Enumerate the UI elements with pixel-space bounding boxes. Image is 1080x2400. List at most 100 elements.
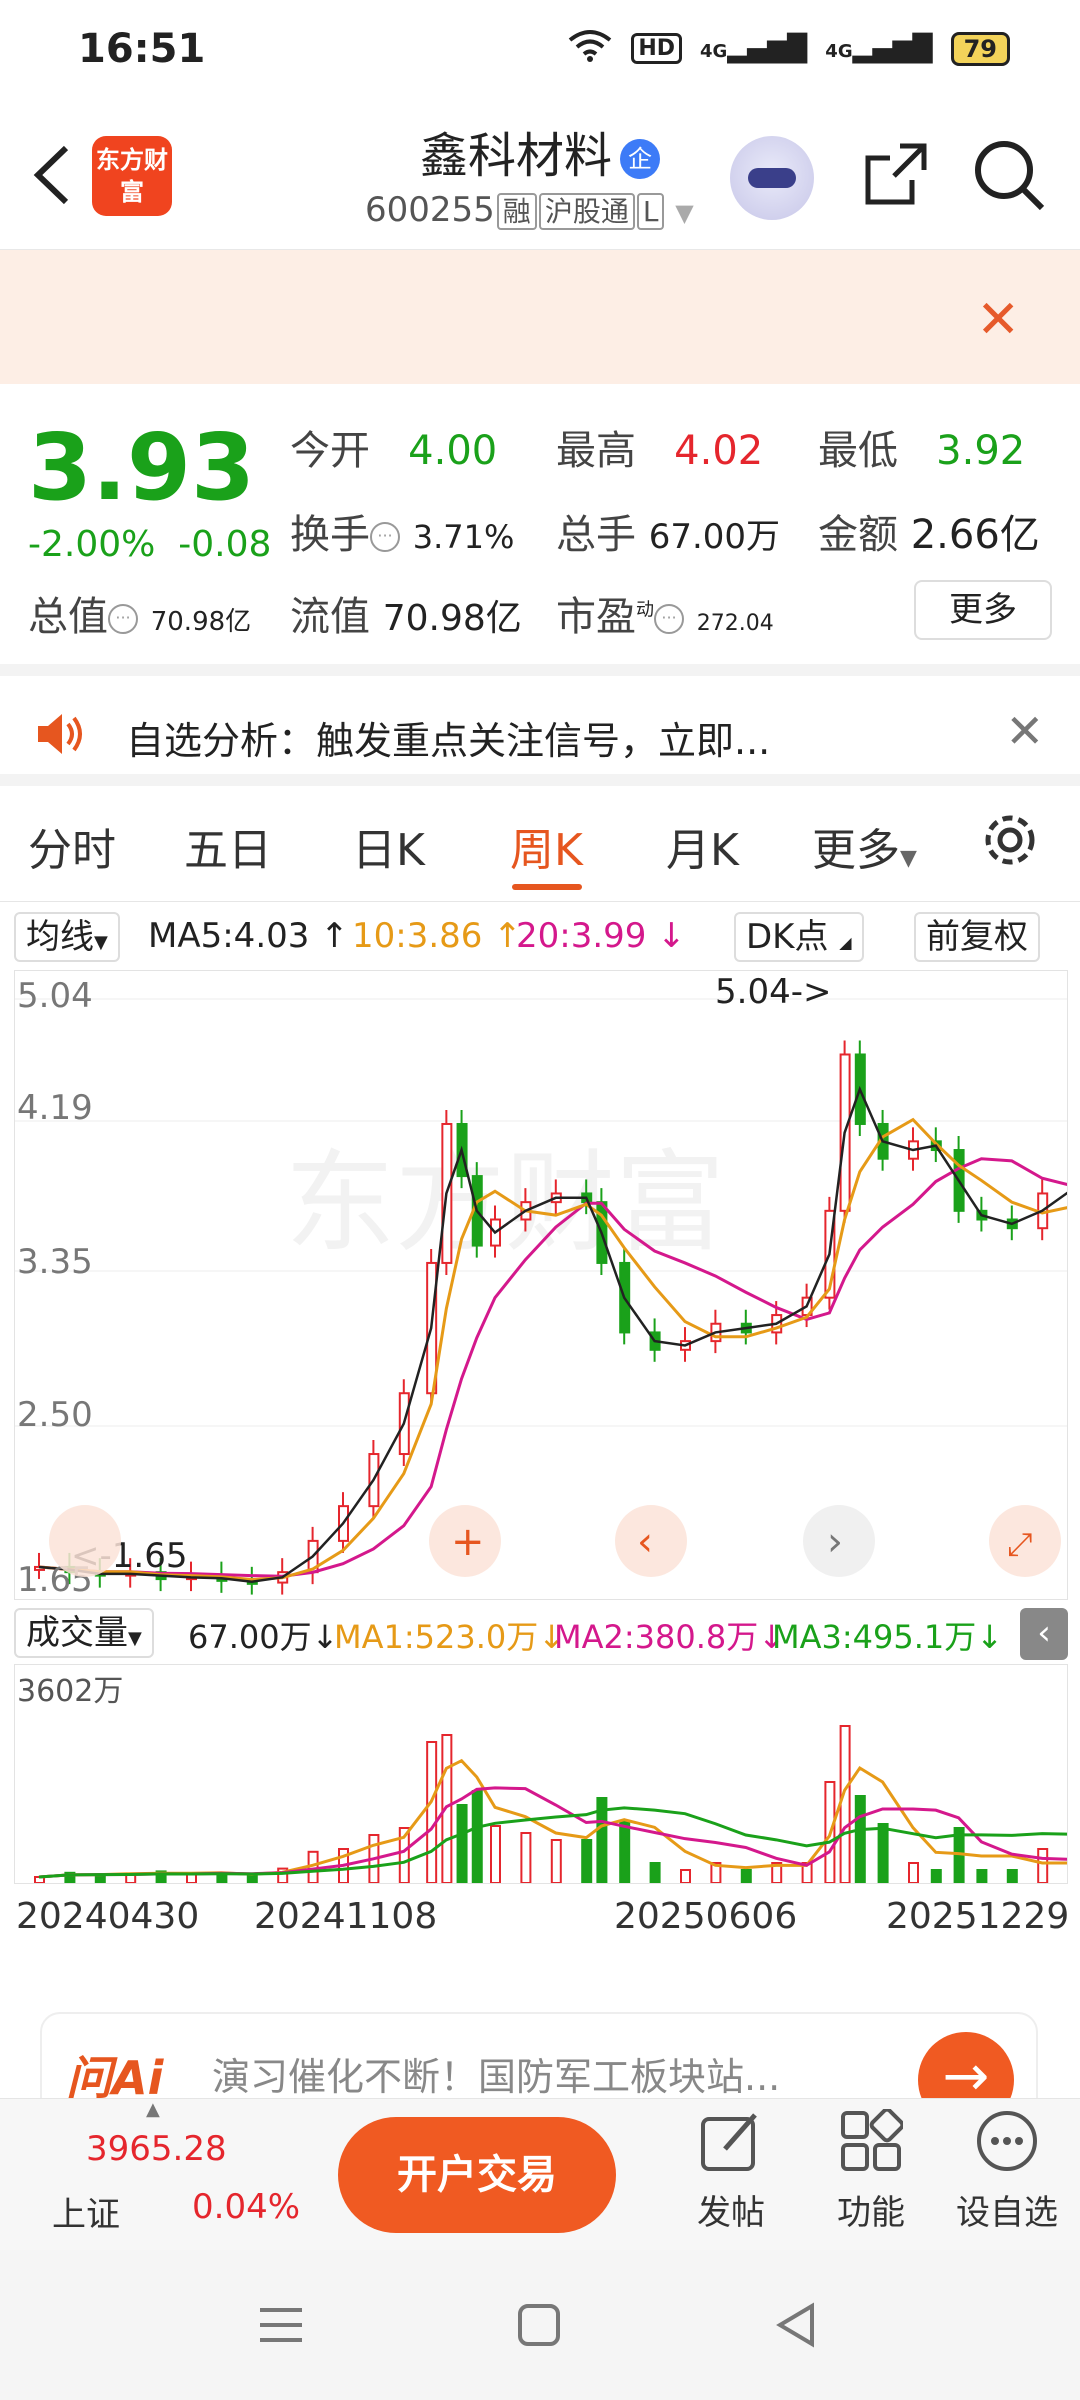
volume-bar	[456, 1804, 468, 1884]
low-cell: 最低 3.92	[818, 418, 1025, 476]
add-watchlist-button[interactable]: 设自选	[952, 2109, 1062, 2234]
search-icon[interactable]	[972, 138, 1046, 212]
close-icon[interactable]: ✕	[976, 290, 1020, 350]
date-4: 20251229	[886, 1896, 1070, 1937]
info-icon[interactable]: ···	[370, 522, 400, 552]
ma10-value: 10:3.86 ↑	[352, 916, 522, 956]
quote-panel: 3.93 -2.00% -0.08 总值 ··· 70.98亿 今开 4.00 最…	[0, 384, 1080, 664]
ma20-value: 20:3.99 ↓	[516, 916, 686, 956]
bottom-bar: ▲ 3965.28 上证 0.04% 开户交易 发帖 功能 设自选	[0, 2098, 1080, 2250]
pe-cell[interactable]: 市盈动 ··· 272.04	[556, 584, 774, 642]
y-label-2: 4.19	[17, 1088, 93, 1128]
l-tag: L	[636, 193, 665, 230]
home-icon[interactable]	[514, 2300, 564, 2350]
tab-five-day[interactable]: 五日	[184, 814, 272, 878]
collapse-icon[interactable]: ‹	[1020, 1608, 1068, 1660]
vol-ma2-text: MA2:380.8万	[554, 1618, 759, 1656]
vol-ma1-text: MA1:523.0万	[334, 1618, 539, 1656]
wifi-icon	[567, 28, 613, 69]
prev-glyph: ‹	[637, 1519, 653, 1565]
share-icon[interactable]	[860, 140, 930, 210]
date-axis: 20240430 20241108 20250606 20251229	[0, 1888, 1080, 1948]
change-line: -2.00% -0.08	[28, 524, 271, 565]
volume-bar	[1006, 1869, 1018, 1884]
info-icon[interactable]: ···	[654, 604, 684, 634]
signal-icon: 4G▂▄▆█	[700, 33, 808, 64]
stock-code-line[interactable]: 600255 融沪股通 L ▼	[365, 190, 694, 230]
pe-sup: 动	[636, 599, 654, 621]
battery-icon: 79	[950, 31, 1010, 66]
active-tab-indicator	[512, 884, 582, 890]
info-icon[interactable]: ···	[108, 604, 138, 634]
enterprise-badge-icon: 企	[620, 139, 660, 179]
chart-tabs: 分时 五日 日K 周K 月K 更多▼	[0, 786, 1080, 902]
clock: 16:51	[78, 26, 206, 72]
volume-bar	[426, 1741, 438, 1884]
grid-icon	[841, 2109, 903, 2171]
signal-icon-2: 4G▂▄▆█	[825, 33, 933, 64]
turnover-cell[interactable]: 换手 ··· 3.71%	[290, 502, 514, 560]
volume-bar	[877, 1823, 889, 1884]
promo-banner: ✕	[0, 250, 1080, 384]
ma-header: 均线▼ MA5:4.03 ↑ 10:3.86 ↑ 20:3.99 ↓ DK点 ◢…	[0, 902, 1080, 970]
tab-more[interactable]: 更多▼	[812, 814, 917, 878]
float-cell: 流值 70.98亿	[290, 584, 522, 642]
back-nav-icon[interactable]	[772, 2300, 822, 2350]
margin-tag: 融	[496, 193, 537, 230]
date-3: 20250606	[614, 1896, 798, 1937]
turnover-label: 换手	[290, 512, 370, 558]
pe-value: 272.04	[696, 611, 774, 636]
notice-bar[interactable]: 自选分析：触发重点关注信号，立即... ✕	[0, 664, 1080, 786]
change-pct: -2.00%	[28, 524, 156, 565]
more-button[interactable]: 更多	[914, 580, 1052, 640]
volume-header: 成交量▼ 67.00万↓ MA1:523.0万↓ MA2:380.8万↓ MA3…	[0, 1600, 1080, 1664]
next-glyph: ›	[827, 1519, 843, 1565]
kline-chart[interactable]: 东方财富 5.04 4.19 3.35 2.50 1.65 5.04-> <-1…	[14, 970, 1079, 1600]
status-icons: HD 4G▂▄▆█ 4G▂▄▆█ 79	[567, 28, 1010, 69]
volume-bar	[520, 1832, 532, 1884]
vol-ma1: MA1:523.0万↓	[334, 1618, 566, 1656]
notice-text[interactable]: 自选分析：触发重点关注信号，立即...	[126, 710, 770, 765]
open-account-button[interactable]: 开户交易	[338, 2117, 616, 2233]
indicator-select[interactable]: 均线▼	[14, 912, 120, 962]
volume-bar	[246, 1874, 258, 1885]
open-cell: 今开 4.00	[290, 418, 497, 476]
fullscreen-glyph: ⤢	[1007, 1525, 1033, 1563]
gear-icon[interactable]	[978, 808, 1042, 872]
index-pct[interactable]: 0.04%	[192, 2187, 300, 2227]
watch-label: 设自选	[956, 2193, 1058, 2233]
tab-intraday[interactable]: 分时	[28, 814, 116, 878]
tab-monthly-k[interactable]: 月K	[666, 814, 739, 878]
ai-robot-icon[interactable]	[730, 136, 814, 220]
volume-bar	[186, 1873, 197, 1884]
tab-more-label: 更多	[812, 825, 900, 876]
vol-text: 67.00万	[188, 1618, 312, 1656]
open-value: 4.00	[408, 428, 498, 474]
tab-weekly-k[interactable]: 周K	[510, 814, 583, 878]
dropdown-icon: ▼	[900, 846, 917, 871]
dk-point-select[interactable]: DK点 ◢	[734, 912, 864, 962]
index-name[interactable]: 上证	[52, 2187, 120, 2236]
close-icon[interactable]: ✕	[1005, 704, 1044, 758]
menu-icon[interactable]	[256, 2300, 306, 2350]
post-button[interactable]: 发帖	[676, 2109, 786, 2234]
mktcap-cell[interactable]: 总值 ··· 70.98亿	[28, 584, 251, 642]
amount-cell: 金额 2.66亿	[818, 502, 1040, 560]
volume-label: 总手	[556, 512, 636, 558]
date-2: 20241108	[254, 1896, 438, 1937]
scroll-left-icon[interactable]	[49, 1505, 121, 1577]
dk-label: DK点	[746, 917, 829, 957]
function-button[interactable]: 功能	[816, 2109, 926, 2234]
tab-daily-k[interactable]: 日K	[352, 814, 425, 878]
volume-select[interactable]: 成交量▼	[14, 1608, 154, 1658]
vol-ma3: MA3:495.1万↓	[772, 1618, 1004, 1656]
candles	[34, 1040, 1079, 1595]
adjust-select[interactable]: 前复权	[914, 912, 1040, 962]
high-value: 4.02	[674, 428, 764, 474]
indicator-label: 均线	[26, 917, 94, 957]
volume-bar	[740, 1869, 752, 1884]
stock-code: 600255	[365, 190, 495, 230]
index-value[interactable]: 3965.28	[86, 2129, 227, 2169]
dropdown-icon[interactable]: ▼	[675, 199, 693, 227]
ma10-text: 10:3.86	[352, 916, 483, 956]
